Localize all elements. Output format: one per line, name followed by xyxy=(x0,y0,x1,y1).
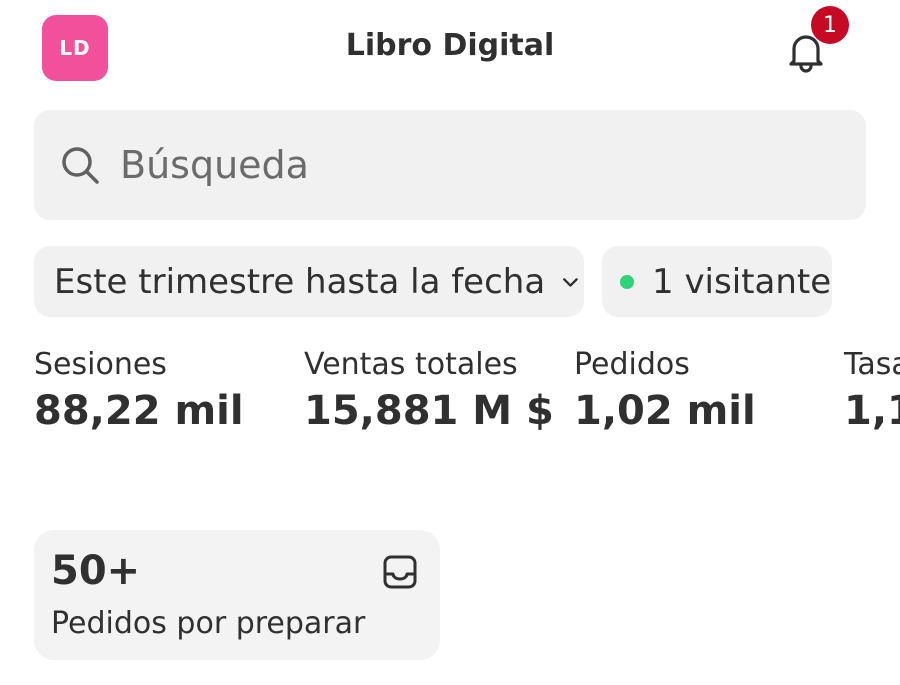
metric-value: 1,15 xyxy=(844,388,900,434)
live-visitors-label: 1 visitante xyxy=(652,261,832,302)
orders-count: 50+ xyxy=(51,548,141,594)
metric-value: 88,22 mil xyxy=(34,388,244,434)
date-range-dropdown[interactable]: Este trimestre hasta la fecha xyxy=(34,246,584,317)
live-visitors-chip[interactable]: 1 visitante xyxy=(602,246,832,317)
orders-to-fulfill-card[interactable]: 50+ Pedidos por preparar xyxy=(34,530,440,660)
orders-label: Pedidos por preparar xyxy=(51,606,366,641)
metric-label: Pedidos xyxy=(574,347,690,382)
chevron-down-icon xyxy=(563,277,579,287)
date-range-label: Este trimestre hasta la fecha xyxy=(54,261,546,302)
search-input[interactable] xyxy=(118,142,822,188)
notification-badge: 1 xyxy=(811,6,849,44)
metric-orders[interactable]: Pedidos 1,02 mil xyxy=(574,345,756,437)
search-icon xyxy=(62,147,99,184)
metric-label: Tasa xyxy=(844,347,900,382)
metric-sessions[interactable]: Sesiones 88,22 mil xyxy=(34,345,244,437)
inbox-icon xyxy=(383,555,417,589)
metric-total-sales[interactable]: Ventas totales 15,881 M $ xyxy=(304,345,554,437)
search-bar[interactable] xyxy=(34,110,866,220)
notification-count: 1 xyxy=(823,12,837,38)
metric-label: Ventas totales xyxy=(304,347,518,382)
metric-value: 1,02 mil xyxy=(574,388,756,434)
metric-value: 15,881 M $ xyxy=(304,388,554,434)
live-status-dot xyxy=(620,274,634,289)
page-title: Libro Digital xyxy=(345,28,555,63)
metric-label: Sesiones xyxy=(34,347,167,382)
metric-rate[interactable]: Tasa 1,15 xyxy=(844,345,900,437)
